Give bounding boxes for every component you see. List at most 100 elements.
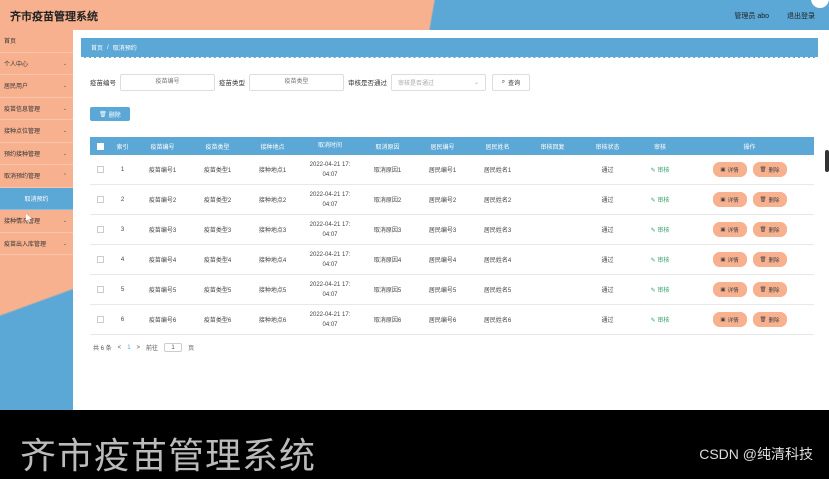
delete-button[interactable]: 🗑 删除 xyxy=(752,222,787,237)
sidebar-subitem-cancel[interactable]: 取消预约 xyxy=(0,187,73,210)
cell-reason: 取消原因5 xyxy=(373,288,402,294)
edit-icon: ✎ xyxy=(650,168,656,174)
row-checkbox-cell xyxy=(90,166,110,173)
detail-button-label: 详情 xyxy=(727,197,739,204)
sidebar-item-profile[interactable]: 个人中心 ⌄ xyxy=(0,53,73,75)
delete-button[interactable]: 🗑 删除 xyxy=(752,312,787,327)
cell-resident-name: 居民姓名6 xyxy=(483,318,512,324)
cell-date: 2022-04-21 17: xyxy=(309,251,351,258)
pagination: 共 6 条 < 1 > 前往 1 页 xyxy=(93,343,194,352)
col-header: 操作 xyxy=(743,144,756,151)
trash-icon: 🗑 xyxy=(759,286,767,293)
audit-link[interactable]: ✎ 审核 xyxy=(635,165,685,174)
detail-button-label: 详情 xyxy=(727,317,739,324)
detail-button[interactable]: ▣ 详情 xyxy=(712,162,747,177)
cell-index: 5 xyxy=(120,286,125,293)
search-button[interactable]: ⌕ 查询 xyxy=(492,73,530,91)
cell-resident-name: 居民姓名4 xyxy=(483,258,512,264)
sidebar-item-stock[interactable]: 疫苗出入库管理 ⌄ xyxy=(0,233,73,255)
chevron-down-icon: ⌄ xyxy=(62,105,67,112)
audit-link-label: 审核 xyxy=(657,228,670,234)
breadcrumb-home[interactable]: 首页 xyxy=(91,43,103,52)
audit-link[interactable]: ✎ 审核 xyxy=(635,225,685,234)
batch-delete-button[interactable]: 🗑 删除 xyxy=(90,107,130,121)
cell-status: 通过 xyxy=(601,228,614,234)
cell-resident-id: 居民编号4 xyxy=(428,258,457,264)
cell-status: 通过 xyxy=(601,168,614,174)
cell-reason: 取消原因3 xyxy=(373,228,402,234)
vaccine-type-label: 疫苗类型 xyxy=(219,80,245,87)
cell-resident-name: 居民姓名2 xyxy=(483,198,512,204)
current-user: 管理员 abo xyxy=(734,13,769,20)
audit-link[interactable]: ✎ 审核 xyxy=(635,195,685,204)
sidebar-item-sites[interactable]: 接种点位管理 ⌄ xyxy=(0,120,73,143)
cell-clock: 04:07 xyxy=(322,321,338,328)
col-header: 疫苗编号 xyxy=(150,144,175,151)
scrollbar[interactable] xyxy=(825,150,829,172)
detail-button-label: 详情 xyxy=(727,287,739,294)
detail-button[interactable]: ▣ 详情 xyxy=(712,312,747,327)
cell-time: 2022-04-21 17: 04:07 xyxy=(300,220,360,240)
cell-site: 接种地点2 xyxy=(258,198,287,204)
row-checkbox[interactable] xyxy=(96,196,104,203)
cell-type: 疫苗类型1 xyxy=(203,168,232,174)
sidebar-item-appointments[interactable]: 预约接种管理 ⌄ xyxy=(0,143,73,165)
cell-status: 通过 xyxy=(601,288,614,294)
cell-code: 疫苗编号4 xyxy=(148,258,177,264)
data-table: 索引 疫苗编号 疫苗类型 接种地点 取消时间 取消原因 居民编号 居民姓名 审核… xyxy=(90,137,814,335)
watermark: CSDN @纯清科技 xyxy=(699,446,813,462)
sidebar-item-label: 首页 xyxy=(4,39,17,46)
sidebar-item-label: 个人中心 xyxy=(4,61,29,68)
sidebar-item-residents[interactable]: 居民用户 ⌄ xyxy=(0,75,73,98)
sidebar-item-vaccination[interactable]: 接种情况管理 ⌄ xyxy=(0,210,73,233)
cell-clock: 04:07 xyxy=(322,291,338,298)
detail-button-label: 详情 xyxy=(727,257,739,264)
sidebar-item-label: 预约接种管理 xyxy=(4,151,41,158)
cell-index: 2 xyxy=(120,196,125,203)
avatar[interactable] xyxy=(811,0,829,8)
delete-button[interactable]: 🗑 删除 xyxy=(752,192,787,207)
audit-link[interactable]: ✎ 审核 xyxy=(635,315,685,324)
table-row: 6 疫苗编号6 疫苗类型6 接种地点6 2022-04-21 17: 04:07 … xyxy=(90,305,814,335)
video-caption: 齐市疫苗管理系统 xyxy=(20,435,317,476)
cell-resident-id: 居民编号2 xyxy=(428,198,457,204)
delete-button[interactable]: 🗑 删除 xyxy=(752,162,787,177)
cell-date: 2022-04-21 17: xyxy=(309,281,351,288)
cell-reason: 取消原因6 xyxy=(373,318,402,324)
audit-select[interactable]: 审核是否通过 ⌄ xyxy=(391,73,486,91)
cell-resident-id: 居民编号3 xyxy=(428,228,457,234)
detail-button[interactable]: ▣ 详情 xyxy=(712,282,747,297)
select-all-checkbox[interactable] xyxy=(96,142,104,150)
detail-button[interactable]: ▣ 详情 xyxy=(712,252,747,267)
detail-button[interactable]: ▣ 详情 xyxy=(712,222,747,237)
audit-link[interactable]: ✎ 审核 xyxy=(635,255,685,264)
detail-button[interactable]: ▣ 详情 xyxy=(712,192,747,207)
sidebar-item-home[interactable]: 首页 xyxy=(0,30,73,53)
row-checkbox[interactable] xyxy=(96,256,104,263)
vaccine-type-input[interactable] xyxy=(249,73,344,91)
row-checkbox[interactable] xyxy=(96,166,104,173)
breadcrumb-separator: / xyxy=(107,44,109,51)
vaccine-code-input[interactable] xyxy=(120,73,215,91)
cell-actions: ▣ 详情 🗑 删除 xyxy=(685,192,814,207)
cell-index: 3 xyxy=(120,226,125,233)
sidebar-item-vaccine-info[interactable]: 疫苗信息管理 ⌄ xyxy=(0,98,73,120)
cell-time: 2022-04-21 17: 04:07 xyxy=(300,280,360,300)
prev-page-button[interactable]: < xyxy=(118,345,122,351)
audit-link[interactable]: ✎ 审核 xyxy=(635,285,685,294)
sidebar-item-label: 接种点位管理 xyxy=(4,129,41,136)
cell-status: 通过 xyxy=(601,198,614,204)
table-row: 3 疫苗编号3 疫苗类型3 接种地点3 2022-04-21 17: 04:07 … xyxy=(90,215,814,245)
logout-link[interactable]: 退出登录 xyxy=(787,11,815,21)
chevron-down-icon: ⌄ xyxy=(62,218,67,224)
delete-button[interactable]: 🗑 删除 xyxy=(752,252,787,267)
delete-button[interactable]: 🗑 删除 xyxy=(752,282,787,297)
sidebar-item-cancel-mgmt[interactable]: 取消预约管理 ⌃ xyxy=(0,165,73,188)
audit-link-label: 审核 xyxy=(657,198,670,204)
row-checkbox[interactable] xyxy=(96,286,104,293)
goto-page-input[interactable]: 1 xyxy=(164,343,183,352)
next-page-button[interactable]: > xyxy=(137,345,141,351)
current-page[interactable]: 1 xyxy=(127,345,130,351)
row-checkbox[interactable] xyxy=(96,226,104,233)
row-checkbox[interactable] xyxy=(96,316,104,323)
